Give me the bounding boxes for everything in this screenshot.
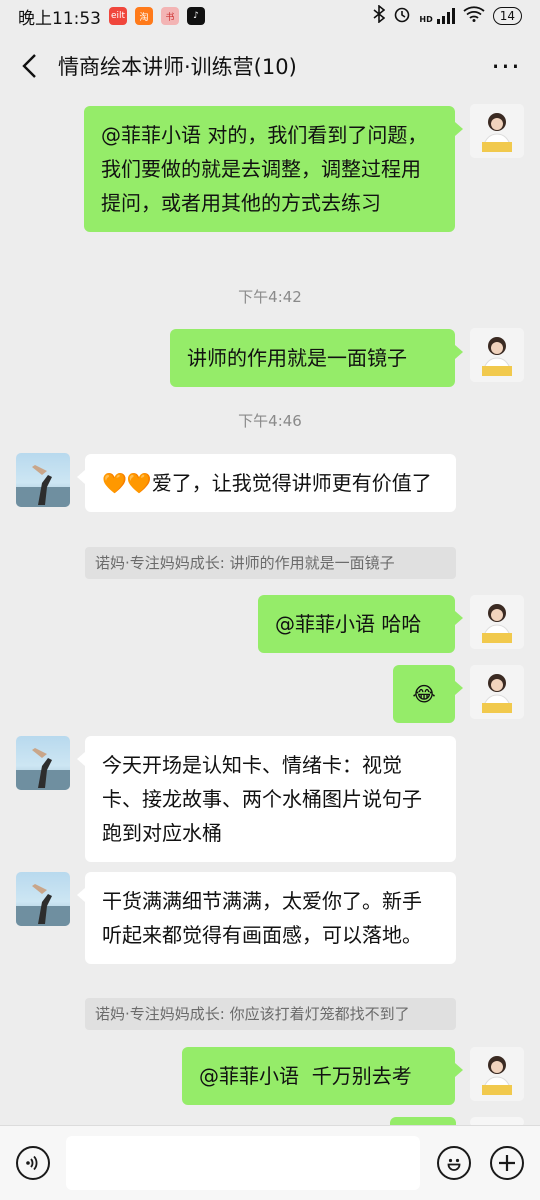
contact-avatar[interactable] (16, 736, 70, 790)
alarm-icon (393, 5, 411, 27)
my-avatar[interactable] (470, 104, 524, 158)
chat-title: 情商绘本讲师·训练营(10) (58, 55, 297, 79)
message-bubble[interactable]: 干货满满细节满满，太爱你了。新手听起来都觉得有画面感，可以落地。 (85, 872, 456, 964)
laughing-emoji-icon[interactable]: 😂 (393, 665, 455, 723)
message-outgoing: @菲菲小语 千万别去考 (182, 1047, 463, 1105)
message-incoming: 🧡🧡爱了，让我觉得讲师更有价值了 (77, 454, 456, 512)
status-bar: 晚上11:53 eilt 淘 书 ♪ HD 14 (0, 0, 540, 32)
message-text: 爱了，让我觉得讲师更有价值了 (151, 471, 432, 495)
message-bubble[interactable]: @菲菲小语 对的，我们看到了问题，我们要做的就是去调整，调整过程用提问，或者用其… (84, 106, 455, 232)
more-options-icon[interactable]: ··· (488, 50, 524, 83)
message-bubble[interactable]: @菲菲小语 哈哈 (258, 595, 455, 653)
chat-header: 情商绘本讲师·训练营(10) ··· (0, 32, 540, 100)
message-outgoing: @菲菲小语 哈哈 (258, 595, 463, 653)
my-avatar[interactable] (470, 1047, 524, 1101)
message-input-bar (0, 1125, 540, 1200)
message-incoming: 今天开场是认知卡、情绪卡：视觉卡、接龙故事、两个水桶图片说句子跑到对应水桶 (77, 736, 456, 862)
message-bubble[interactable]: 今天开场是认知卡、情绪卡：视觉卡、接龙故事、两个水桶图片说句子跑到对应水桶 (85, 736, 456, 862)
signal-icon: HD (419, 8, 455, 24)
status-time: 晚上11:53 (18, 8, 101, 29)
message-outgoing: 讲师的作用就是一面镜子 (170, 329, 463, 387)
my-avatar[interactable] (470, 328, 524, 382)
voice-input-icon[interactable] (16, 1146, 50, 1180)
message-outgoing: 😂 (393, 665, 463, 723)
message-bubble[interactable]: @菲菲小语 千万别去考 (182, 1047, 455, 1105)
tiktok-app-icon: ♪ (187, 7, 205, 25)
my-avatar-partial (470, 1117, 524, 1125)
chat-message-list[interactable]: @菲菲小语 对的，我们看到了问题，我们要做的就是去调整，调整过程用提问，或者用其… (0, 100, 540, 1125)
add-attachment-icon[interactable] (490, 1146, 524, 1180)
shopping-app-icon: eilt (109, 7, 127, 25)
message-input[interactable] (66, 1136, 420, 1190)
xiaohongshu-app-icon: 书 (161, 7, 179, 25)
heart-emoji-icon: 🧡🧡 (102, 471, 152, 495)
my-avatar[interactable] (470, 595, 524, 649)
timestamp: 下午4:46 (238, 412, 302, 430)
taobao-app-icon: 淘 (135, 7, 153, 25)
emoji-picker-icon[interactable] (437, 1146, 471, 1180)
wifi-icon (463, 6, 485, 26)
message-bubble-partial (390, 1117, 456, 1125)
message-incoming: 干货满满细节满满，太爱你了。新手听起来都觉得有画面感，可以落地。 (77, 872, 456, 964)
message-bubble[interactable]: 讲师的作用就是一面镜子 (170, 329, 455, 387)
contact-avatar[interactable] (16, 872, 70, 926)
my-avatar[interactable] (470, 665, 524, 719)
timestamp: 下午4:42 (238, 288, 302, 306)
quoted-reply[interactable]: 诺妈·专注妈妈成长: 讲师的作用就是一面镜子 (85, 547, 456, 579)
quoted-reply[interactable]: 诺妈·专注妈妈成长: 你应该打着灯笼都找不到了 (85, 998, 456, 1030)
contact-avatar[interactable] (16, 453, 70, 507)
back-icon[interactable] (16, 51, 42, 81)
message-bubble[interactable]: 🧡🧡爱了，让我觉得讲师更有价值了 (85, 454, 456, 512)
message-outgoing: @菲菲小语 对的，我们看到了问题，我们要做的就是去调整，调整过程用提问，或者用其… (84, 106, 463, 232)
network-type-label: HD (419, 15, 433, 24)
battery-indicator: 14 (492, 7, 522, 25)
bluetooth-icon (373, 4, 386, 27)
